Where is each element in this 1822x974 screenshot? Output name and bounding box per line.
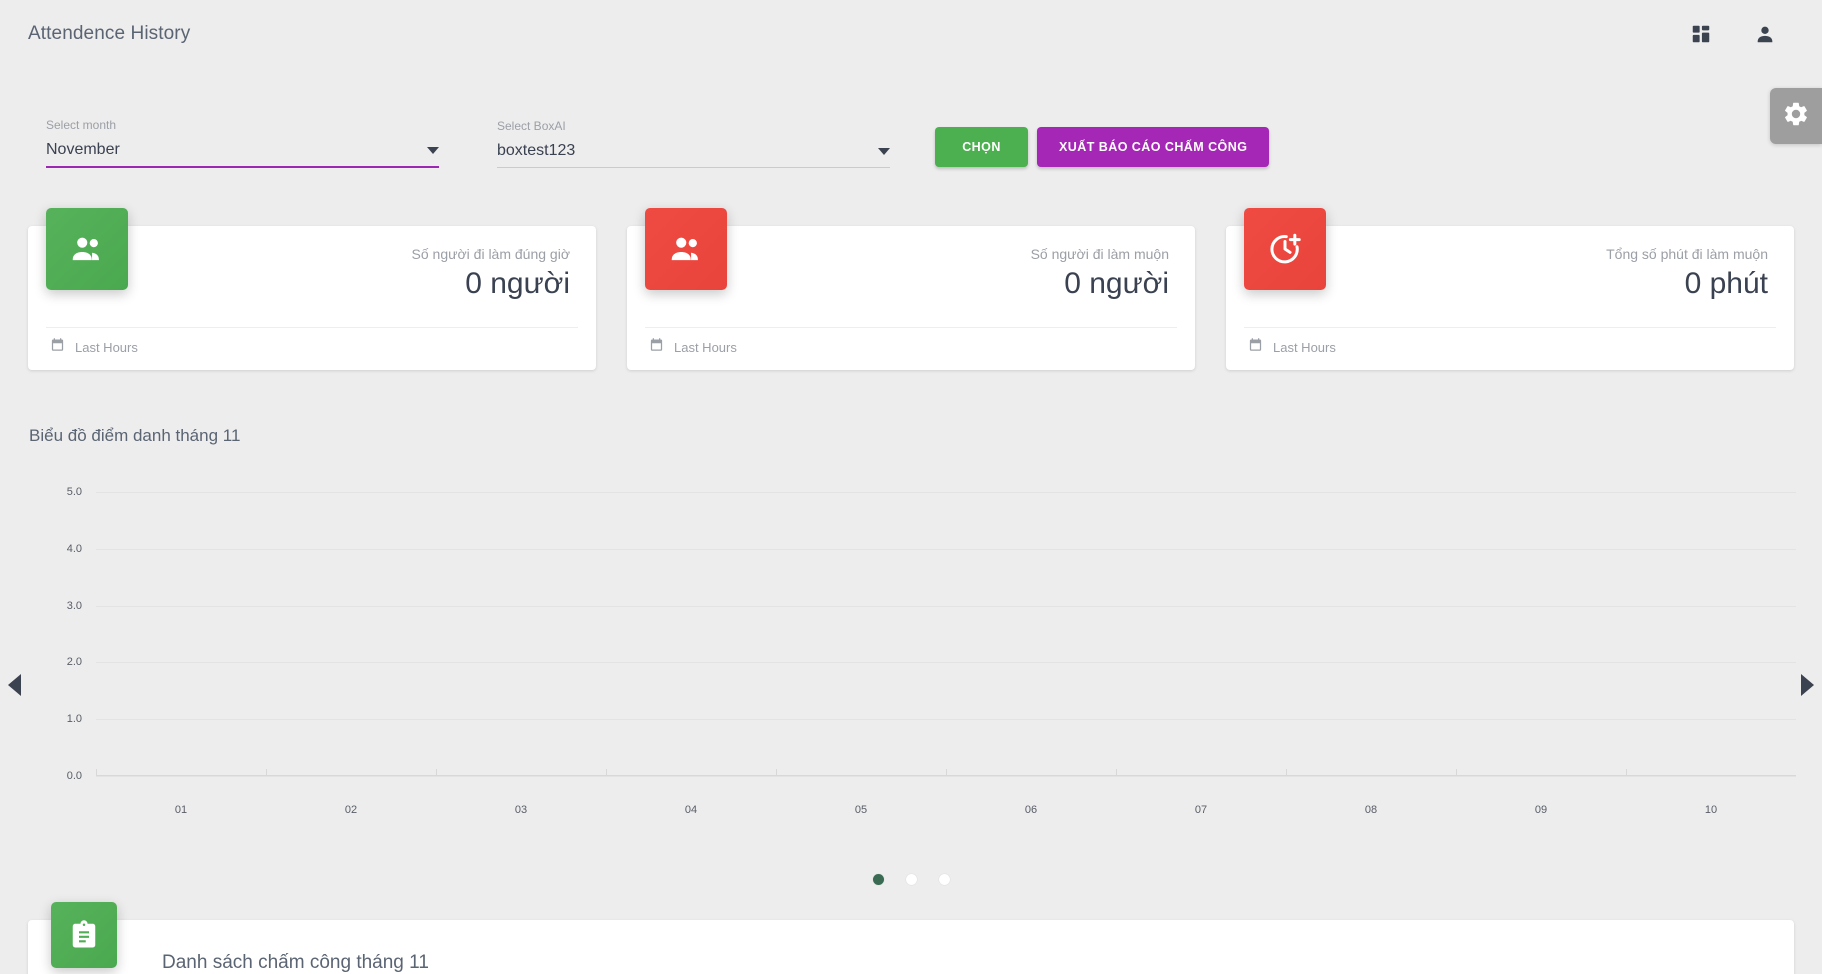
chart-x-tick-label: 05 (854, 804, 868, 816)
chart-x-tick-mark (1456, 769, 1457, 776)
stat-card-footer-text: Last Hours (75, 339, 138, 355)
chart-x-tick-mark (96, 769, 97, 776)
chart-y-tick-label: 4.0 (66, 542, 82, 555)
select-month-field[interactable]: Select month November (46, 118, 439, 168)
select-boxai-field[interactable]: Select BoxAI boxtest123 (497, 119, 890, 168)
chart-plot-area: 0.0 1.0 2.0 3.0 4.0 5.0 01 02 03 04 05 06 07 08 09 10 (67, 486, 1796, 816)
carousel-dot[interactable] (938, 874, 950, 885)
chart-x-tick-label: 09 (1534, 804, 1548, 816)
calendar-icon (50, 337, 65, 357)
select-boxai-value: boxtest123 (497, 142, 576, 159)
carousel-dot[interactable] (872, 874, 884, 885)
people-icon (645, 208, 727, 290)
stat-card-footer-text: Last Hours (1273, 339, 1336, 355)
stat-card-footer: Last Hours (1248, 337, 1336, 357)
chart-x-tick-label: 01 (174, 804, 188, 816)
chart-x-tick-mark (1116, 769, 1117, 776)
stat-card-footer: Last Hours (649, 337, 737, 357)
select-month-label: Select month (46, 118, 117, 132)
select-month-control[interactable]: November (46, 141, 439, 168)
chart-y-tick-label: 3.0 (66, 599, 82, 612)
chart-x-tick-mark (266, 769, 267, 776)
attendance-list-title: Danh sách chấm công tháng 11 (162, 952, 429, 973)
stat-card-late-minutes: Tổng số phút đi làm muộn 0 phút Last Hou… (1226, 208, 1794, 370)
attendance-list-panel: Danh sách chấm công tháng 11 (28, 902, 1794, 974)
attendance-history-page: Attendence History Select month November… (0, 0, 1822, 974)
chart-x-tick-mark (1286, 769, 1287, 776)
carousel-next-arrow[interactable] (1801, 674, 1814, 696)
people-icon (46, 208, 128, 290)
chart-x-tick-mark (436, 769, 437, 776)
top-bar-icons (1690, 23, 1794, 45)
calendar-icon (649, 337, 664, 357)
dashboard-grid-icon[interactable] (1690, 23, 1712, 45)
filter-bar: Select month November Select BoxAI boxte… (46, 118, 1270, 168)
select-boxai-control[interactable]: boxtest123 (497, 142, 890, 168)
top-bar: Attendence History (0, 0, 1822, 68)
clipboard-icon (51, 902, 117, 968)
chart-gridline (96, 776, 1796, 777)
stat-card-on-time: Số người đi làm đúng giờ 0 người Last Ho… (28, 208, 596, 370)
divider (1244, 327, 1776, 328)
select-boxai-label: Select BoxAI (497, 119, 566, 133)
chart-x-tick-label: 06 (1024, 804, 1038, 816)
calendar-icon (1248, 337, 1263, 357)
chart-x-tick-label: 08 (1364, 804, 1378, 816)
stat-card-footer: Last Hours (50, 337, 138, 357)
chevron-down-icon[interactable] (878, 148, 890, 155)
attendance-chart: 0.0 1.0 2.0 3.0 4.0 5.0 01 02 03 04 05 06 07 08 09 10 (30, 468, 1800, 816)
chart-gridline (96, 662, 1796, 664)
stat-card-late: Số người đi làm muộn 0 người Last Hours (627, 208, 1195, 370)
export-report-button[interactable]: XUẤT BÁO CÁO CHẤM CÔNG (1037, 127, 1270, 167)
divider (645, 327, 1177, 328)
select-month-value: November (46, 141, 120, 158)
chart-gridline (96, 548, 1796, 550)
chart-x-tick-mark (606, 769, 607, 776)
stat-cards: Số người đi làm đúng giờ 0 người Last Ho… (28, 208, 1794, 370)
chart-y-tick-label: 0.0 (66, 770, 82, 782)
chart-y-tick-label: 2.0 (66, 656, 82, 669)
chart-x-tick-mark (946, 769, 947, 776)
chart-x-tick-label: 02 (344, 804, 358, 816)
chart-gridline (96, 492, 1796, 493)
carousel-dots (0, 874, 1822, 885)
chart-y-tick-label: 5.0 (66, 486, 82, 498)
carousel-prev-arrow[interactable] (8, 674, 21, 696)
chart-x-tick-mark (776, 769, 777, 776)
chart-gridline (96, 605, 1796, 607)
chart-gridline (96, 719, 1796, 721)
divider (46, 327, 578, 328)
chart-x-tick-label: 04 (684, 804, 698, 816)
person-icon[interactable] (1754, 23, 1776, 45)
chart-x-tick-mark (1626, 769, 1627, 776)
settings-tab-button[interactable] (1770, 88, 1822, 144)
chart-x-tick-label: 10 (1704, 804, 1718, 816)
gear-icon (1782, 100, 1810, 133)
chevron-down-icon[interactable] (427, 147, 439, 154)
stat-card-footer-text: Last Hours (674, 339, 737, 355)
chart-y-tick-label: 1.0 (66, 713, 82, 726)
chart-x-tick-label: 07 (1194, 804, 1208, 816)
carousel-dot[interactable] (905, 874, 917, 885)
more-time-icon (1244, 208, 1326, 290)
chart-x-tick-label: 03 (514, 804, 528, 816)
select-button[interactable]: CHỌN (935, 127, 1028, 167)
page-title: Attendence History (28, 23, 191, 44)
chart-title: Biểu đồ điểm danh tháng 11 (29, 426, 241, 445)
